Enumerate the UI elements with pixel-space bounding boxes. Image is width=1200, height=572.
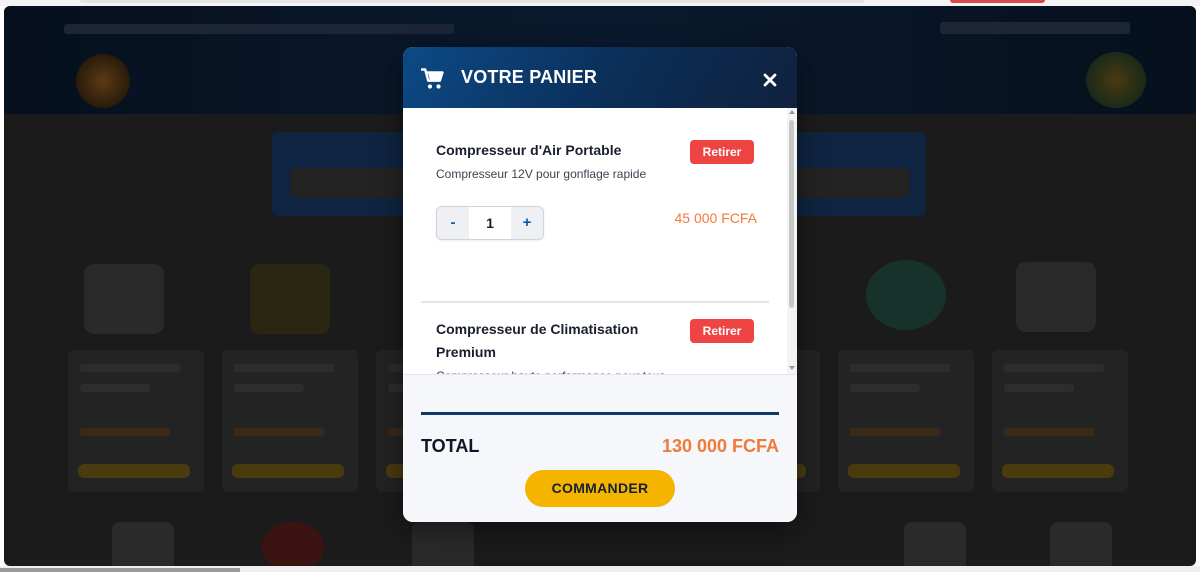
cart-scrollbar[interactable] [787, 108, 797, 374]
item-description: Compresseur haute performance pour tous … [436, 366, 686, 374]
cart-item: Compresseur de Climatisation Premium Ret… [421, 314, 769, 374]
product-image [250, 264, 330, 334]
cart-footer: TOTAL 130 000 FCFA COMMANDER [403, 374, 797, 522]
product-image [412, 522, 474, 566]
product-image [1016, 262, 1096, 332]
item-price: 45 000 FCFA [674, 210, 758, 226]
item-divider [421, 301, 769, 303]
site-logo [76, 54, 130, 108]
cart-item: Compresseur d'Air Portable Retirer Compr… [421, 126, 769, 256]
shopping-cart-icon [421, 68, 444, 89]
scroll-down-icon[interactable] [789, 366, 795, 370]
item-name: Compresseur de Climatisation Premium [436, 321, 639, 360]
cart-modal: VOTRE PANIER Compresseur d'Air Portable … [403, 47, 797, 522]
product-image [84, 264, 164, 334]
product-image [904, 522, 966, 566]
item-description: Compresseur 12V pour gonflage rapide [436, 167, 647, 181]
quantity-stepper: - 1 + [436, 206, 544, 240]
total-value: 130 000 FCFA [661, 436, 779, 456]
scrollbar-thumb[interactable] [789, 120, 794, 308]
scroll-up-icon[interactable] [789, 110, 795, 114]
item-name: Compresseur d'Air Portable [436, 142, 622, 158]
scrollbar-thumb[interactable] [0, 568, 240, 572]
product-image [262, 522, 324, 566]
product-image [1050, 522, 1112, 566]
product-card [992, 350, 1128, 492]
site-badge [1086, 52, 1146, 108]
decrease-quantity-button[interactable]: - [437, 207, 469, 239]
remove-button[interactable]: Retirer [690, 140, 754, 164]
cart-title: VOTRE PANIER [461, 67, 598, 87]
order-button[interactable]: COMMANDER [525, 470, 675, 507]
total-label: TOTAL [421, 436, 480, 456]
product-image [112, 522, 174, 566]
top-red-button [950, 0, 1045, 3]
increase-quantity-button[interactable]: + [511, 207, 543, 239]
product-card [222, 350, 358, 492]
total-divider [421, 412, 779, 415]
header-text-placeholder [64, 24, 454, 34]
product-image [866, 260, 946, 330]
close-icon[interactable] [759, 69, 781, 91]
horizontal-scrollbar[interactable] [0, 566, 1200, 572]
cart-items-list[interactable]: Compresseur d'Air Portable Retirer Compr… [403, 108, 797, 374]
product-card [68, 350, 204, 492]
cart-modal-header: VOTRE PANIER [403, 47, 797, 108]
quantity-value[interactable]: 1 [469, 207, 511, 239]
header-text-placeholder-right [940, 22, 1130, 34]
remove-button[interactable]: Retirer [690, 319, 754, 343]
product-card [838, 350, 974, 492]
address-bar [80, 0, 865, 3]
